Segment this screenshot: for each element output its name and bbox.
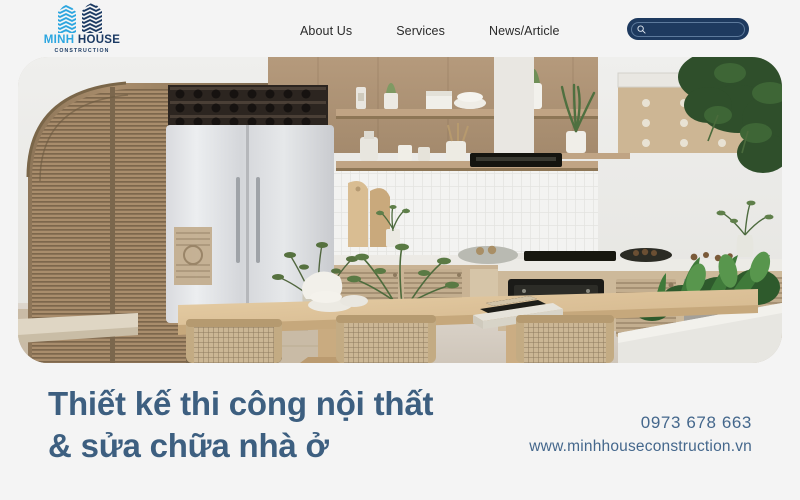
logo-subtitle: CONSTRUCTION bbox=[54, 47, 110, 54]
page-title: Thiết kế thi công nội thất & sửa chữa nh… bbox=[48, 383, 433, 466]
contact-block: 0973 678 663 www.minhhouseconstruction.v… bbox=[529, 412, 752, 458]
kitchen-interior-illustration bbox=[18, 57, 782, 363]
logo-word-secondary: HOUSE bbox=[77, 34, 121, 46]
logo-wordmark: MINH HOUSE bbox=[43, 34, 121, 47]
search-input[interactable] bbox=[649, 24, 739, 34]
hero-image bbox=[18, 57, 782, 363]
search-bar[interactable] bbox=[627, 18, 749, 40]
wave-building-logo-icon bbox=[58, 2, 102, 33]
search-icon bbox=[637, 24, 646, 34]
headline-line-2: & sửa chữa nhà ở bbox=[48, 426, 329, 464]
nav-item-about-us[interactable]: About Us bbox=[300, 24, 352, 38]
logo-word-primary: MINH bbox=[43, 34, 75, 46]
main-navigation: About Us Services News/Article bbox=[300, 24, 560, 38]
headline-line-1: Thiết kế thi công nội thất bbox=[48, 385, 434, 422]
site-header: MINH HOUSE CONSTRUCTION About Us Service… bbox=[0, 0, 800, 57]
logo[interactable]: MINH HOUSE CONSTRUCTION bbox=[42, 2, 122, 54]
website-url[interactable]: www.minhhouseconstruction.vn bbox=[529, 435, 752, 458]
nav-item-news-article[interactable]: News/Article bbox=[489, 24, 560, 38]
search-field-outline[interactable] bbox=[631, 21, 745, 37]
nav-item-services[interactable]: Services bbox=[396, 24, 445, 38]
phone-number[interactable]: 0973 678 663 bbox=[529, 412, 752, 435]
